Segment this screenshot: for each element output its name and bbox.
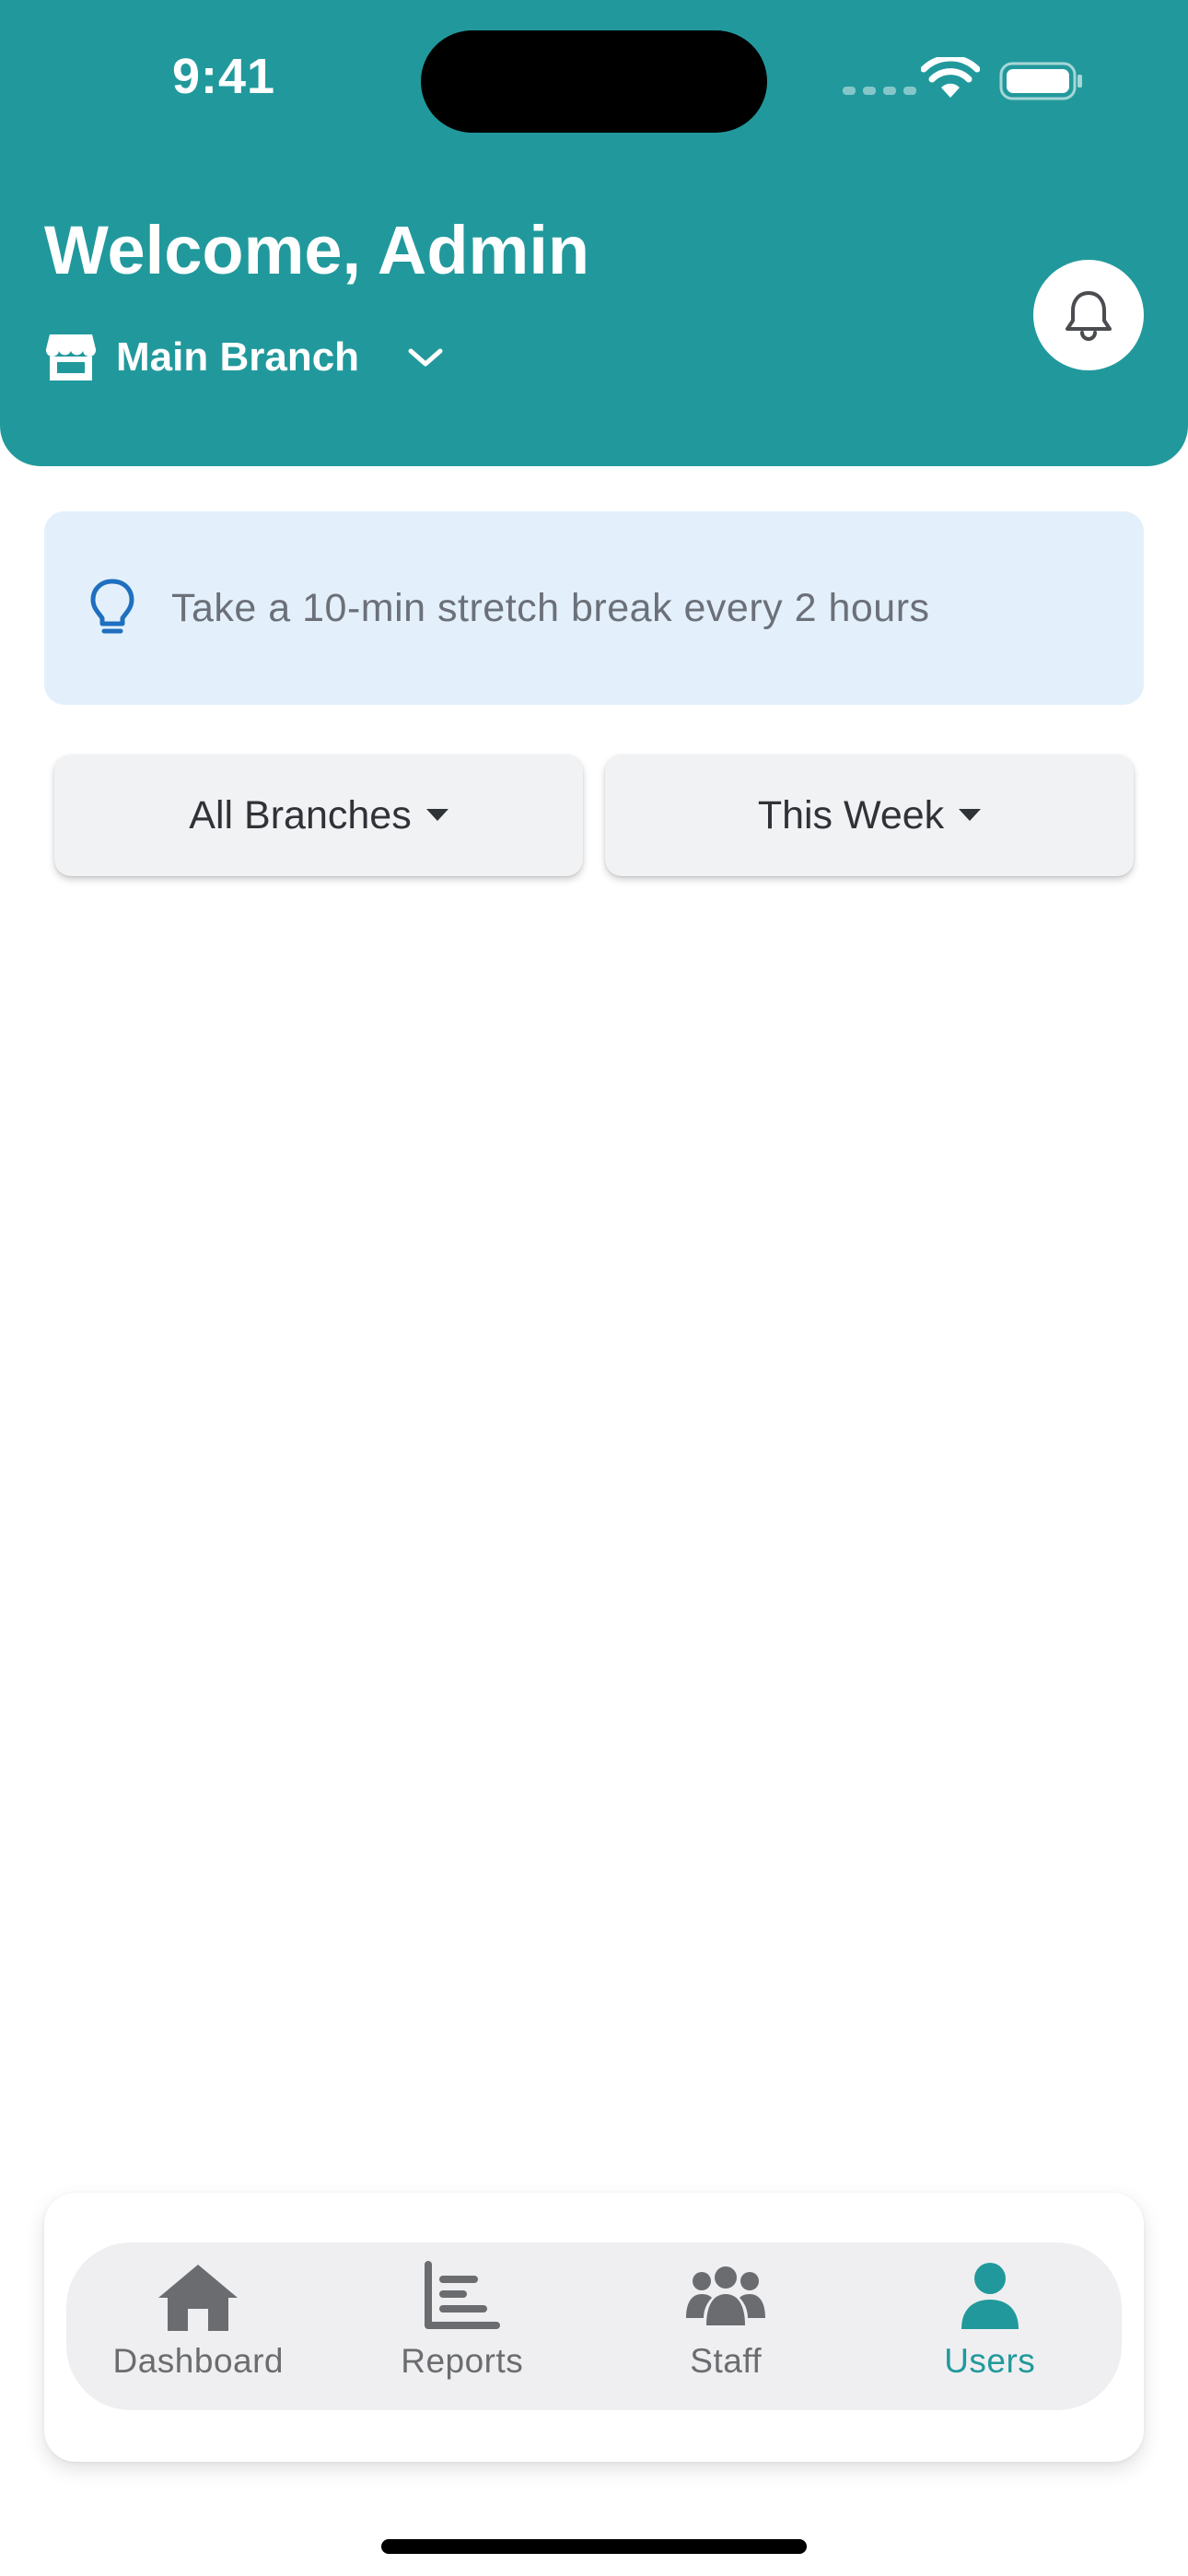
status-time: 9:41: [172, 49, 276, 104]
chevron-down-icon: [408, 348, 443, 367]
nav-item-reports[interactable]: Reports: [331, 2242, 595, 2410]
branch-label: Main Branch: [116, 334, 360, 380]
branch-filter-dropdown[interactable]: All Branches: [54, 755, 583, 876]
caret-down-icon: [425, 809, 448, 821]
battery-icon: [999, 62, 1082, 100]
dynamic-island: [421, 30, 767, 133]
screen: 9:41 Welcome, Admin Main Branch Take a 1…: [0, 0, 1188, 2576]
period-filter-dropdown[interactable]: This Week: [605, 755, 1134, 876]
period-filter-label: This Week: [757, 792, 945, 837]
branch-filter-label: All Branches: [189, 792, 412, 837]
bottom-nav-card: Dashboard Reports Staff Users: [44, 2193, 1144, 2462]
nav-item-staff[interactable]: Staff: [594, 2242, 858, 2410]
nav-item-users[interactable]: Users: [858, 2242, 1123, 2410]
users-group-icon: [686, 2266, 766, 2325]
home-indicator: [381, 2539, 807, 2554]
home-icon: [158, 2265, 239, 2331]
user-icon: [961, 2263, 1019, 2329]
tip-text: Take a 10-min stretch break every 2 hour…: [171, 585, 930, 630]
caret-down-icon: [959, 809, 982, 821]
bottom-nav: Dashboard Reports Staff Users: [66, 2242, 1122, 2410]
bar-chart-icon: [424, 2261, 500, 2329]
branch-selector[interactable]: Main Branch: [44, 327, 446, 388]
nav-label-staff: Staff: [690, 2342, 763, 2380]
wifi-icon: [921, 57, 980, 98]
tip-card: Take a 10-min stretch break every 2 hour…: [44, 511, 1144, 705]
header: 9:41 Welcome, Admin Main Branch: [0, 0, 1188, 466]
welcome-title: Welcome, Admin: [44, 212, 590, 288]
lightbulb-icon: [90, 579, 134, 634]
nav-label-reports: Reports: [401, 2342, 524, 2380]
nav-label-dashboard: Dashboard: [112, 2342, 284, 2380]
notifications-button[interactable]: [1033, 260, 1144, 370]
nav-item-dashboard[interactable]: Dashboard: [66, 2242, 331, 2410]
nav-label-users: Users: [944, 2342, 1036, 2380]
cellular-signal-icon: [843, 87, 916, 95]
store-icon: [45, 334, 97, 381]
bell-icon: [1066, 291, 1112, 341]
